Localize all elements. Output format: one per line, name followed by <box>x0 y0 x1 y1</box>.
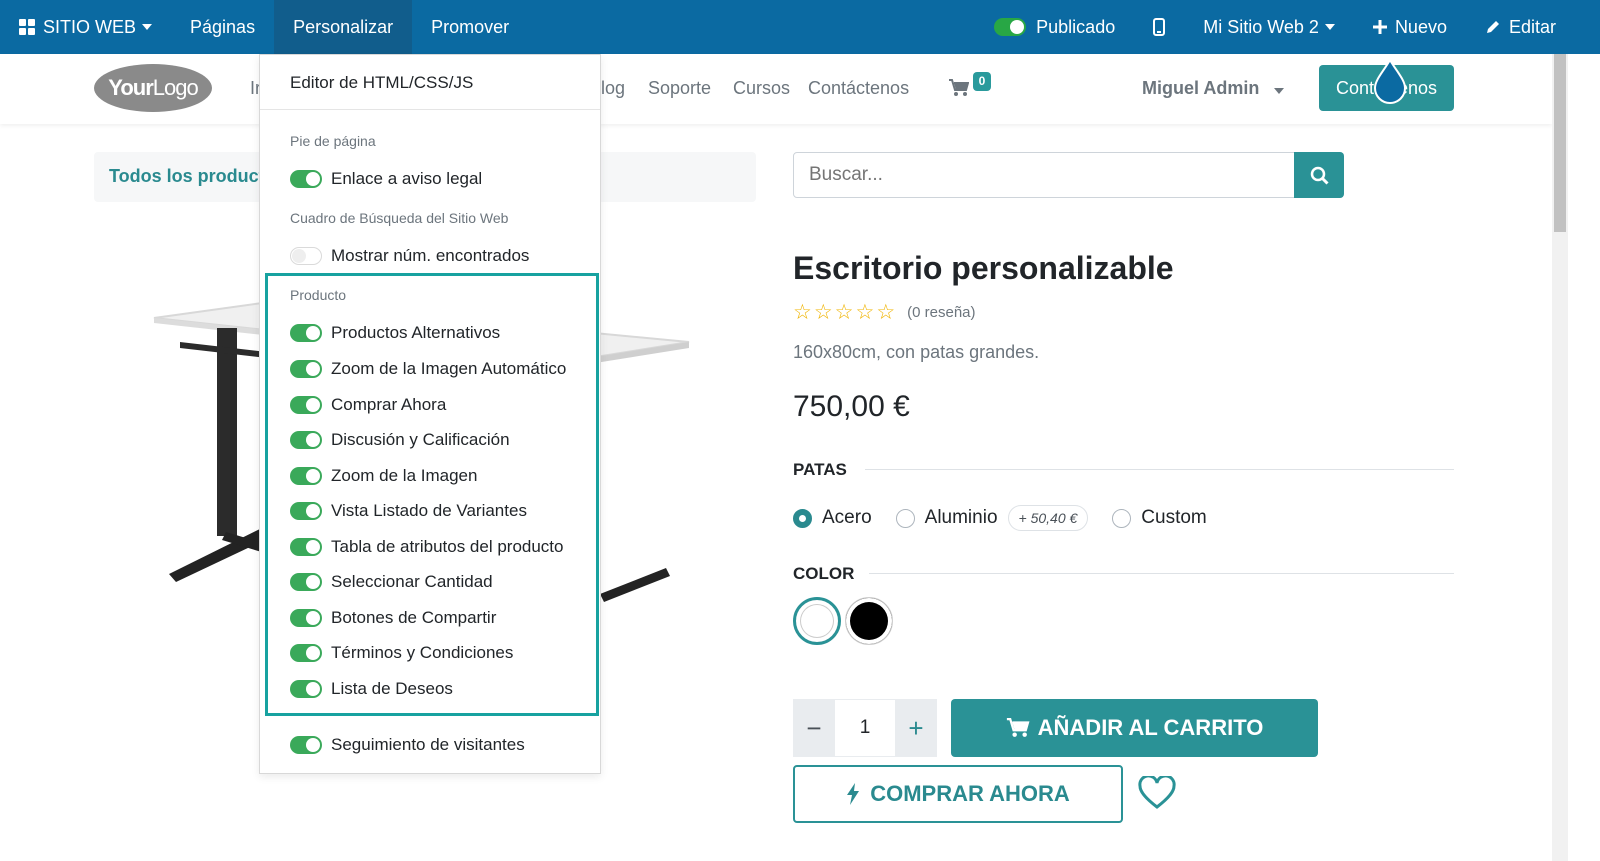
price-extra-badge: + 50,40 € <box>1007 505 1089 531</box>
attribute-color-label: COLOR <box>793 564 855 583</box>
theme-drop-icon[interactable] <box>1373 58 1407 104</box>
section-header-search: Cuadro de Búsqueda del Sitio Web <box>290 210 509 226</box>
option-label: Enlace a aviso legal <box>331 169 483 188</box>
attribute-legs-label: PATAS <box>793 460 847 479</box>
nav-item-blog[interactable]: log <box>601 78 625 99</box>
minus-icon: − <box>806 712 822 743</box>
radio-label-custom[interactable]: Custom <box>1141 507 1206 529</box>
buy-now-button[interactable]: COMPRAR AHORA <box>793 765 1123 823</box>
published-label: Publicado <box>1036 16 1116 37</box>
section-header-footer: Pie de página <box>290 133 376 149</box>
divider <box>865 469 1454 470</box>
logo-text-light: Logo <box>152 75 199 100</box>
option-show-found[interactable]: Mostrar núm. encontrados <box>290 245 529 267</box>
top-navbar: SITIO WEB Páginas Personalizar Promover … <box>0 0 1600 54</box>
add-to-cart-label: AÑADIR AL CARRITO <box>1037 715 1264 740</box>
search-button[interactable] <box>1294 152 1344 198</box>
cart-icon[interactable] <box>949 79 969 97</box>
heart-icon[interactable] <box>1138 776 1176 810</box>
cart-icon <box>1006 718 1030 737</box>
site-header: Your Logo Ir log Soporte Cursos Contácten… <box>0 54 1552 124</box>
star-empty-icon: ☆ <box>855 301 875 324</box>
nav-item-support[interactable]: Soporte <box>648 78 711 99</box>
plus-icon <box>1372 20 1387 34</box>
quantity-input[interactable]: 1 <box>835 699 895 757</box>
toggle-switch-icon[interactable] <box>290 170 322 188</box>
product-title: Escritorio personalizable <box>793 250 1174 286</box>
menu-item-html-editor[interactable]: Editor de HTML/CSS/JS <box>290 73 473 93</box>
nav-item-courses[interactable]: Cursos <box>733 78 790 99</box>
published-toggle[interactable]: Publicado <box>975 0 1134 54</box>
option-legal-link[interactable]: Enlace a aviso legal <box>290 168 482 190</box>
divider <box>260 109 600 110</box>
website-selector-label: Mi Sitio Web 2 <box>1203 16 1319 37</box>
search-icon <box>1310 166 1329 185</box>
buy-now-label: COMPRAR AHORA <box>870 781 1070 806</box>
pencil-icon <box>1486 21 1499 33</box>
toggle-switch-icon[interactable] <box>290 247 322 265</box>
menu-customize[interactable]: Personalizar <box>274 0 413 54</box>
quantity-increase-button[interactable]: + <box>895 699 937 757</box>
product-options-highlight <box>265 273 599 716</box>
option-label: Seguimiento de visitantes <box>331 735 525 754</box>
radio-label-acero[interactable]: Acero <box>822 507 872 529</box>
star-empty-icon: ☆ <box>834 301 854 324</box>
new-label: Nuevo <box>1394 16 1447 37</box>
nav-item-contact[interactable]: Contáctenos <box>808 78 909 99</box>
option-label: Mostrar núm. encontrados <box>331 246 530 265</box>
chevron-down-icon <box>142 24 153 30</box>
chevron-down-icon <box>1324 24 1335 30</box>
page-scrollbar-thumb[interactable] <box>1554 54 1566 232</box>
radio-aluminio[interactable] <box>895 508 915 528</box>
toggle-switch-icon[interactable] <box>290 736 322 754</box>
radio-label-aluminio[interactable]: Aluminio <box>925 507 998 529</box>
edit-button[interactable]: Editar <box>1466 0 1600 54</box>
menu-promote[interactable]: Promover <box>412 0 528 54</box>
apps-grid-icon <box>19 19 35 35</box>
plus-icon: + <box>908 712 924 743</box>
new-button[interactable]: Nuevo <box>1354 0 1466 54</box>
menu-pages[interactable]: Páginas <box>171 0 274 54</box>
option-visitor-tracking[interactable]: Seguimiento de visitantes <box>290 734 525 756</box>
legs-options: Acero Aluminio + 50,40 € Custom <box>793 505 1231 531</box>
review-count[interactable]: (0 reseña) <box>907 304 975 321</box>
chevron-down-icon <box>1274 88 1285 94</box>
color-swatch-white[interactable] <box>793 597 841 645</box>
edit-label: Editar <box>1508 16 1556 37</box>
radio-custom[interactable] <box>1112 508 1132 528</box>
product-price: 750,00 € <box>793 390 910 423</box>
star-empty-icon: ☆ <box>793 301 812 324</box>
lightning-icon <box>847 783 860 805</box>
star-empty-icon: ☆ <box>813 301 833 324</box>
site-logo[interactable]: Your Logo <box>94 64 212 112</box>
rating-stars: ☆ ☆ ☆ ☆ ☆ (0 reseña) <box>793 302 976 323</box>
color-swatch-black[interactable] <box>845 597 893 645</box>
toggle-switch-icon <box>994 18 1027 36</box>
star-empty-icon: ☆ <box>876 301 896 324</box>
website-selector[interactable]: Mi Sitio Web 2 <box>1184 0 1354 54</box>
mobile-preview-button[interactable] <box>1134 0 1184 54</box>
add-to-cart-button[interactable]: AÑADIR AL CARRITO <box>951 699 1318 757</box>
mobile-icon <box>1153 18 1166 36</box>
app-menu[interactable]: SITIO WEB <box>0 0 171 54</box>
logo-text-bold: Your <box>108 75 153 100</box>
radio-acero[interactable] <box>793 508 812 528</box>
user-name: Miguel Admin <box>1142 78 1260 98</box>
product-search-input[interactable] <box>793 152 1295 198</box>
breadcrumb-all-products[interactable]: Todos los producto <box>109 166 276 187</box>
divider <box>869 573 1454 574</box>
app-menu-label: SITIO WEB <box>43 16 137 37</box>
cart-count-badge: 0 <box>973 72 991 91</box>
user-menu[interactable]: Miguel Admin <box>1142 78 1285 99</box>
quantity-decrease-button[interactable]: − <box>793 699 835 757</box>
product-description: 160x80cm, con patas grandes. <box>793 342 1040 362</box>
